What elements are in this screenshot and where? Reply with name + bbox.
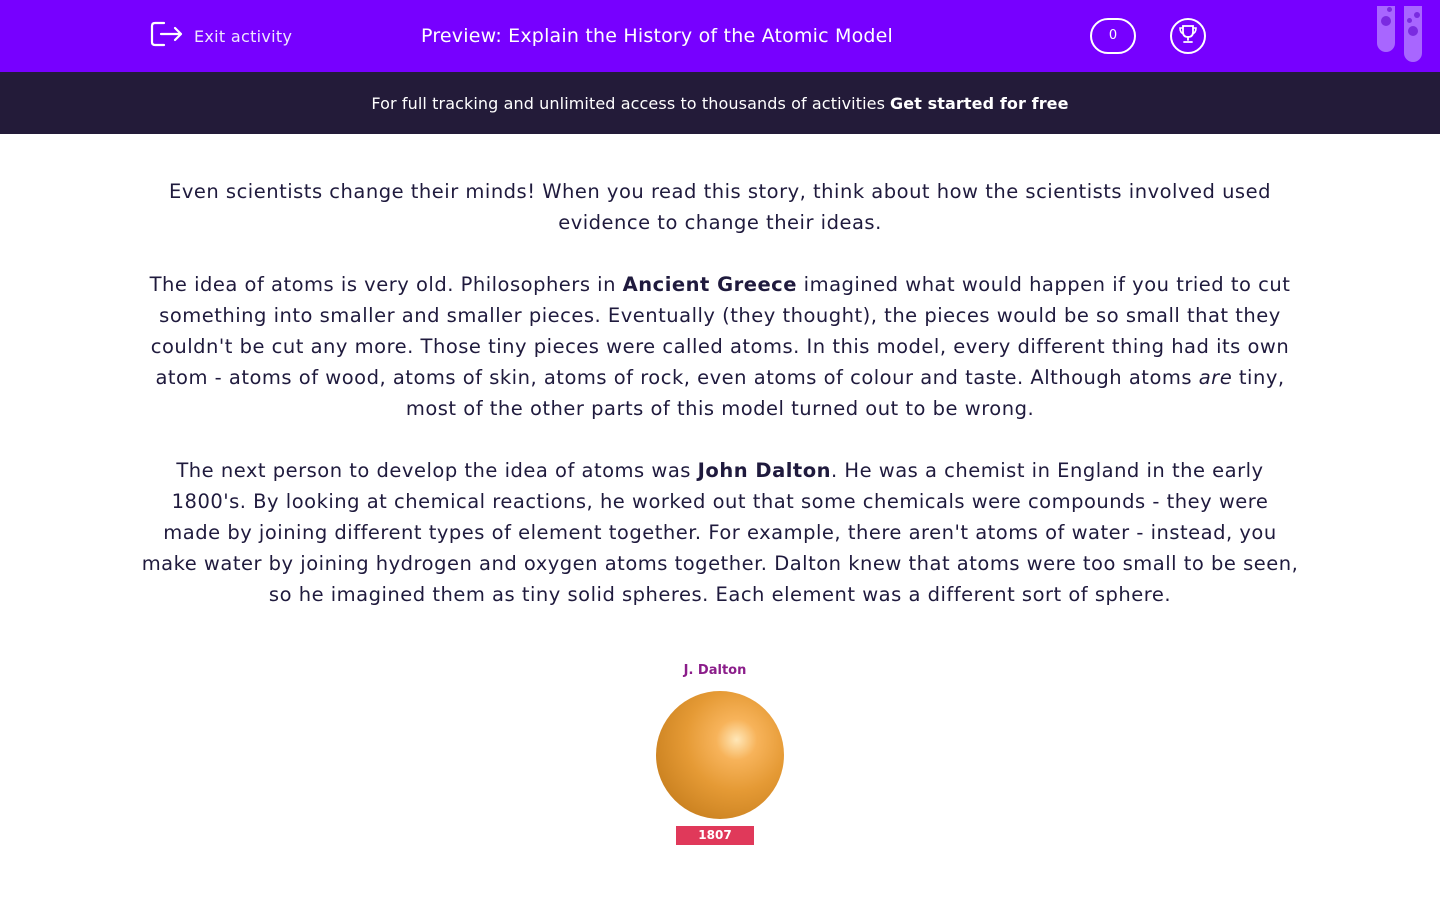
figure-caption-name: J. Dalton [683, 663, 747, 678]
intro-paragraph: Even scientists change their minds! When… [169, 180, 1271, 234]
get-started-link[interactable]: Get started for free [890, 94, 1069, 113]
promo-text: For full tracking and unlimited access t… [371, 93, 886, 113]
trophy-icon [1177, 23, 1199, 49]
exit-activity-label: Exit activity [194, 26, 293, 46]
article-body: Even scientists change their minds! When… [140, 176, 1300, 641]
trophy-button[interactable] [1170, 18, 1206, 54]
dalton-model-image: J. Dalton 1807 [645, 655, 795, 865]
year-badge: 1807 [676, 826, 754, 845]
page-title: Preview: Explain the History of the Atom… [421, 25, 894, 47]
test-tubes-logo-icon-2 [1404, 6, 1422, 62]
exit-activity-button[interactable]: Exit activity [150, 20, 293, 52]
exit-icon [150, 20, 184, 52]
solid-sphere-atom [656, 691, 784, 819]
top-bar: Exit activity Preview: Explain the Histo… [0, 0, 1440, 72]
dalton-paragraph: The next person to develop the idea of a… [141, 459, 1299, 606]
test-tubes-logo-icon [1377, 6, 1395, 52]
ancient-greece-paragraph: The idea of atoms is very old. Philosoph… [149, 273, 1291, 420]
promo-banner: For full tracking and unlimited access t… [0, 72, 1440, 134]
score-counter: 0 [1090, 18, 1136, 54]
